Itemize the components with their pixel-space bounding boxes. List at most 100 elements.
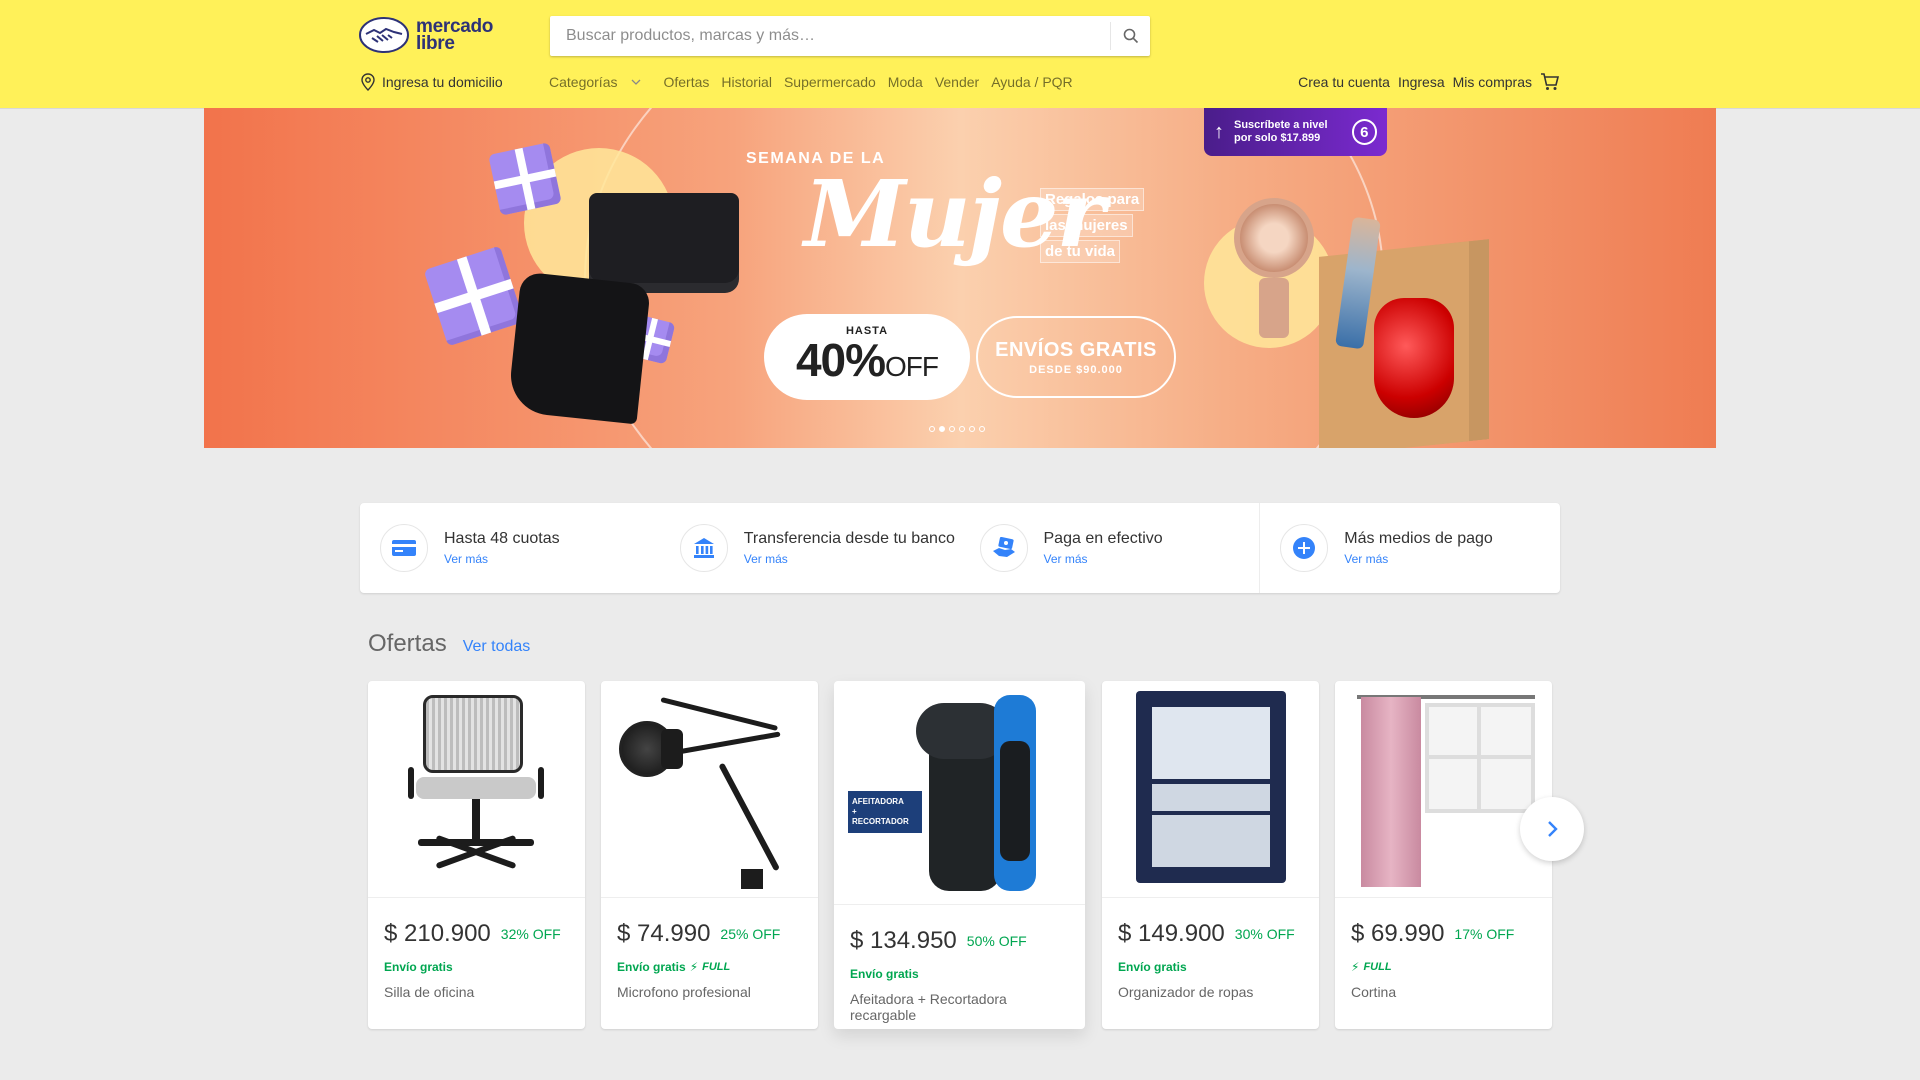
search-bar — [550, 16, 1150, 56]
gift-box-icon — [423, 245, 525, 347]
product-image: AFEITADORA + RECORTADOR — [834, 681, 1085, 905]
subscribe-line2: por solo $17.899 — [1234, 132, 1321, 144]
create-account-link[interactable]: Crea tu cuenta — [1298, 74, 1390, 90]
product-image — [368, 681, 585, 898]
location-selector[interactable]: Ingresa tu domicilio — [360, 70, 503, 94]
search-input[interactable] — [550, 16, 1110, 56]
chair-stem — [472, 799, 480, 839]
lightning-icon: ⚡ — [1351, 960, 1360, 974]
chair-backrest — [423, 695, 523, 773]
level-badge: 6 — [1351, 119, 1377, 145]
nav-ofertas[interactable]: Ofertas — [663, 74, 709, 90]
gifts-line: Regalos para — [1040, 188, 1145, 211]
nav-row: Ingresa tu domicilio Categorías Ofertas … — [0, 70, 1920, 94]
product-name: Cortina — [1351, 984, 1397, 1000]
product-price: $ 210.900 — [384, 920, 491, 947]
nav-moda[interactable]: Moda — [888, 74, 923, 90]
carousel-dots — [929, 426, 985, 432]
payment-item-cash[interactable]: Paga en efectivo Ver más — [960, 503, 1260, 593]
arrow-up-icon: ↑ — [1214, 121, 1224, 143]
free-shipping: Envío gratis — [850, 967, 1069, 981]
payment-item-installments[interactable]: Hasta 48 cuotas Ver más — [360, 503, 660, 593]
shipping-label: Envío gratis — [617, 960, 686, 974]
product-name: Organizador de ropas — [1118, 984, 1254, 1000]
boot-image — [507, 271, 651, 425]
chevron-down-icon — [632, 79, 641, 85]
badge-line3: RECORTADOR — [852, 817, 909, 826]
see-all-offers-link[interactable]: Ver todas — [463, 638, 531, 656]
desk-clamp — [741, 869, 763, 889]
my-purchases-link[interactable]: Mis compras — [1453, 74, 1532, 90]
product-card[interactable]: $ 69.990 17% OFF ⚡ FULL Cortina — [1335, 681, 1552, 1029]
carousel-dot[interactable] — [959, 426, 965, 432]
plus-icon — [1280, 524, 1329, 572]
discount-label: 32% OFF — [500, 926, 561, 942]
carousel-dot[interactable] — [939, 426, 945, 432]
product-name: Microfono profesional — [617, 984, 751, 1000]
nav-categories[interactable]: Categorías — [549, 74, 643, 90]
mic-arm — [671, 731, 781, 756]
nav-ayuda[interactable]: Ayuda / PQR — [991, 74, 1072, 90]
gifts-line: las mujeres — [1040, 214, 1133, 237]
cart-button[interactable] — [1540, 72, 1560, 92]
shipping-label: Envío gratis — [1118, 960, 1187, 974]
nav-categories-label: Categorías — [549, 74, 618, 90]
discount-suffix: OFF — [885, 350, 939, 382]
watch-image — [1234, 198, 1314, 278]
hero-banner[interactable]: ↑ Suscríbete a nivel por solo $17.899 6 … — [204, 108, 1716, 448]
free-shipping: Envío gratis — [1118, 960, 1303, 974]
location-label: Ingresa tu domicilio — [382, 74, 503, 90]
see-more-link[interactable]: Ver más — [1344, 552, 1493, 566]
product-card[interactable]: $ 210.900 32% OFF Envío gratis Silla de … — [368, 681, 585, 1029]
nav-supermercado[interactable]: Supermercado — [784, 74, 876, 90]
see-more-link[interactable]: Ver más — [744, 552, 955, 566]
cart-icon — [1541, 73, 1560, 90]
user-links: Crea tu cuenta Ingresa Mis compras — [1290, 70, 1560, 94]
price-row: $ 74.990 25% OFF — [617, 920, 802, 948]
search-icon — [1123, 28, 1138, 44]
payment-title: Más medios de pago — [1344, 530, 1493, 547]
product-card[interactable]: $ 74.990 25% OFF Envío gratis ⚡ FULL Mic… — [601, 681, 818, 1029]
see-more-link[interactable]: Ver más — [1044, 552, 1163, 566]
subscribe-level-tab[interactable]: ↑ Suscríbete a nivel por solo $17.899 6 — [1204, 108, 1387, 156]
see-more-link[interactable]: Ver más — [444, 552, 560, 566]
product-card[interactable]: $ 149.900 30% OFF Envío gratis Organizad… — [1102, 681, 1319, 1029]
hero-discount-pill: HASTA 40%OFF — [764, 314, 970, 400]
subscribe-line1: Suscríbete a nivel — [1234, 119, 1328, 131]
logo-wordmark: mercado libre — [416, 17, 493, 54]
payment-item-more[interactable]: Más medios de pago Ver más — [1259, 503, 1560, 593]
credit-card-icon — [380, 524, 428, 572]
product-price: $ 69.990 — [1351, 920, 1445, 947]
full-badge: FULL — [702, 961, 731, 973]
payment-item-bank-transfer[interactable]: Transferencia desde tu banco Ver más — [660, 503, 960, 593]
logo-line2: libre — [416, 33, 455, 54]
product-image — [1335, 681, 1552, 898]
mercadolibre-logo[interactable]: mercado libre — [358, 14, 498, 56]
gifts-line: de tu vida — [1040, 240, 1121, 263]
product-card[interactable]: AFEITADORA + RECORTADOR $ 134.950 50% OF… — [834, 681, 1085, 1029]
login-link[interactable]: Ingresa — [1398, 74, 1445, 90]
watch-band-image — [1259, 278, 1289, 338]
badge-line2: + — [852, 807, 857, 816]
bank-icon — [679, 524, 728, 572]
carousel-dot[interactable] — [969, 426, 975, 432]
carousel-dot[interactable] — [929, 426, 935, 432]
product-info: $ 74.990 25% OFF Envío gratis ⚡ FULL Mic… — [601, 898, 818, 1000]
mic-arm — [718, 762, 780, 872]
search-button[interactable] — [1110, 22, 1150, 50]
product-image — [1102, 681, 1319, 898]
nav-historial[interactable]: Historial — [721, 74, 772, 90]
lightning-icon: ⚡ — [689, 960, 699, 974]
payment-text: Hasta 48 cuotas Ver más — [444, 530, 560, 566]
carousel-dot[interactable] — [979, 426, 985, 432]
nav-vender[interactable]: Vender — [935, 74, 979, 90]
window-cross — [1425, 755, 1535, 759]
mic-arm — [660, 697, 779, 731]
carousel-next-button[interactable] — [1520, 797, 1584, 861]
wardrobe-shelf — [1152, 811, 1270, 815]
payment-text: Paga en efectivo Ver más — [1044, 530, 1163, 566]
carousel-dot[interactable] — [949, 426, 955, 432]
location-pin-icon — [361, 73, 375, 91]
shipping-headline: ENVÍOS GRATIS — [995, 338, 1157, 361]
full-shipping: ⚡ FULL — [1351, 960, 1536, 974]
